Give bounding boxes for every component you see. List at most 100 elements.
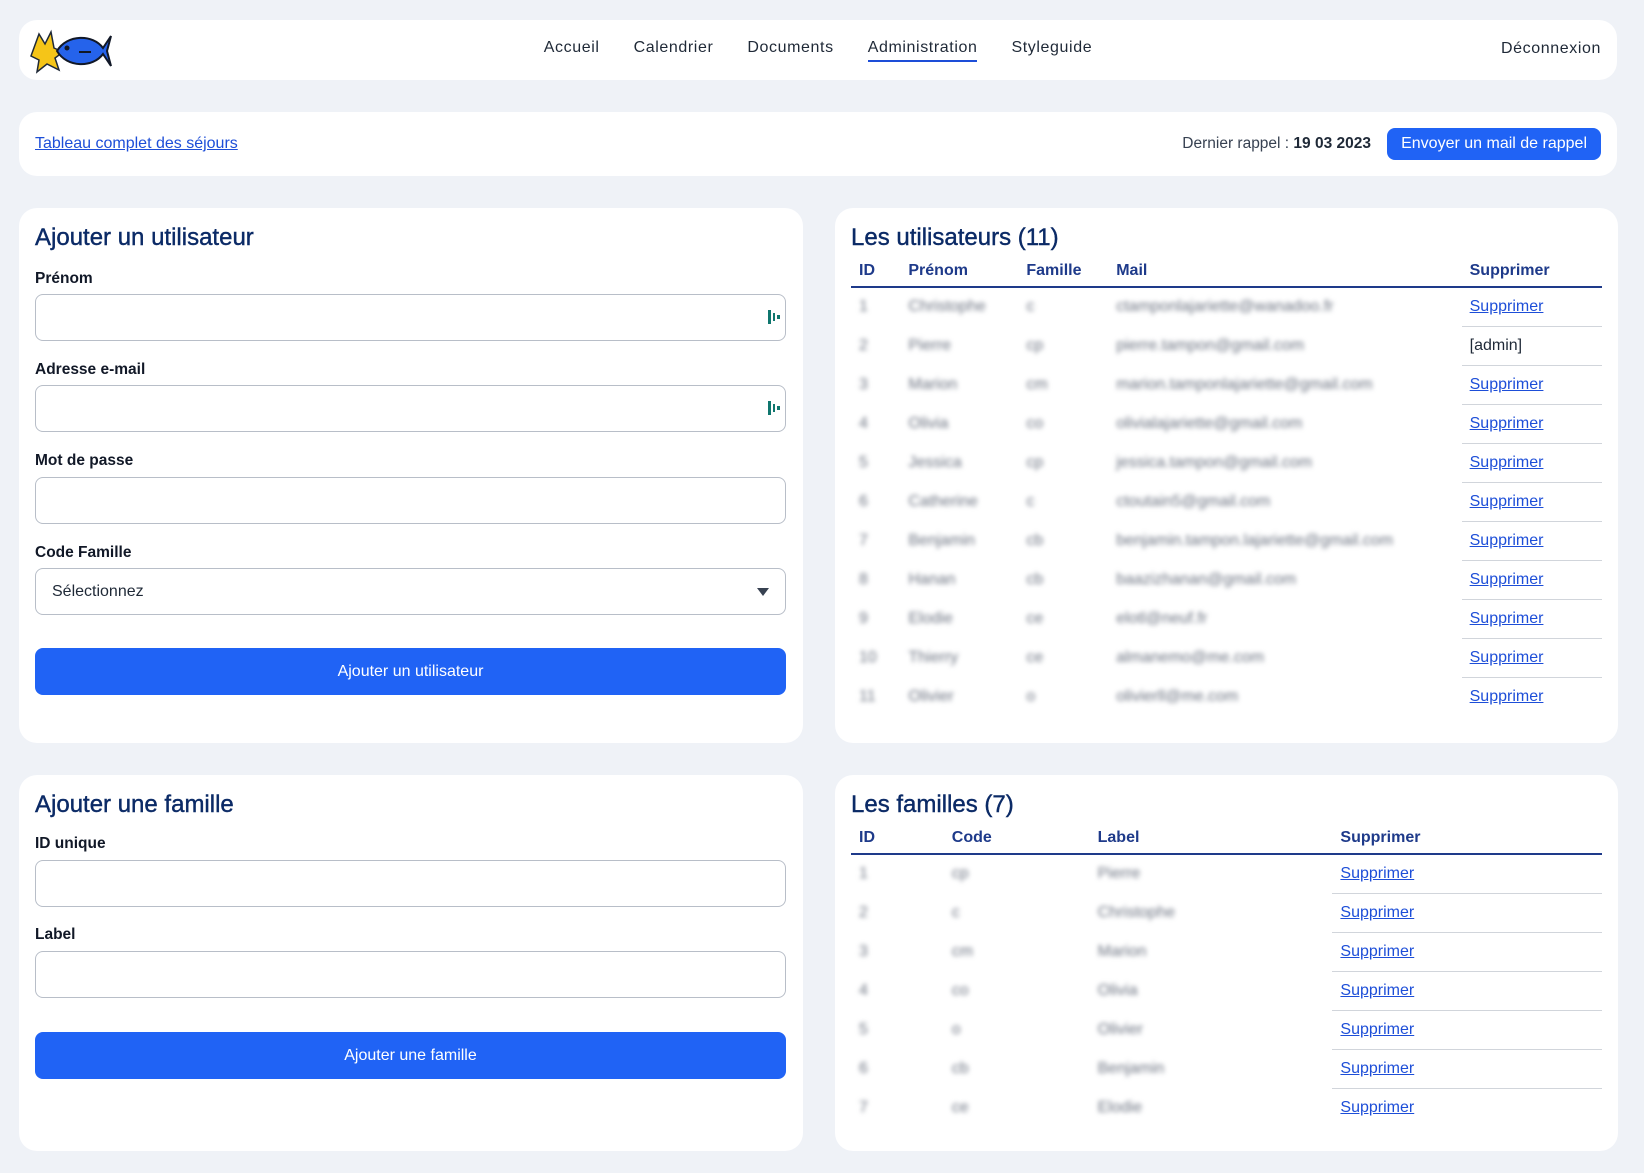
user-family: c [1026, 298, 1035, 315]
user-firstname: Hanan [908, 571, 956, 588]
users-col-prénom: Prénom [900, 256, 1019, 288]
user-row: 1 Christophe c ctamponlajariette@wanadoo.fr… [851, 287, 1602, 327]
user-id: 2 [859, 337, 868, 354]
delete-family-link[interactable]: Supprimer [1332, 932, 1602, 972]
delete-user-link[interactable]: Supprimer [1461, 482, 1602, 522]
families-col-id: ID [851, 823, 944, 855]
family-row: 2 c Christophe Supprimer [851, 893, 1602, 933]
family-label: Olivia [1097, 982, 1138, 999]
user-firstname: Olivia [908, 415, 949, 432]
full-stays-table-link[interactable]: Tableau complet des séjours [35, 135, 238, 153]
password-manager-icon[interactable] [767, 399, 781, 417]
delete-user-link[interactable]: Supprimer [1461, 521, 1602, 561]
family-label: Christophe [1097, 904, 1175, 921]
user-row: 10 Thierry ce almanemo@me.com Supprimer [851, 638, 1602, 678]
user-firstname: Thierry [908, 649, 959, 666]
family-label: Pierre [1097, 865, 1141, 882]
user-family: cb [1026, 571, 1044, 588]
logout-link[interactable]: Déconnexion [1501, 40, 1601, 58]
user-family: co [1026, 415, 1044, 432]
delete-user-link[interactable]: Supprimer [1462, 678, 1602, 717]
user-id: 11 [859, 688, 876, 705]
delete-user-link[interactable]: Supprimer [1461, 638, 1602, 678]
delete-family-link[interactable]: Supprimer [1332, 854, 1602, 894]
delete-family-link[interactable]: Supprimer [1332, 1010, 1602, 1050]
unique-id-input[interactable] [35, 860, 786, 907]
add-family-card: Ajouter une famille ID unique Label Ajou… [19, 775, 803, 1151]
family-code: o [951, 1021, 961, 1038]
user-family: cm [1026, 376, 1048, 393]
nav-item-accueil[interactable]: Accueil [544, 39, 600, 62]
add-user-button[interactable]: Ajouter un utilisateur [35, 648, 786, 695]
user-mail: benjamin.tampon.lajariette@gmail.com [1116, 532, 1394, 549]
user-id: 8 [859, 571, 868, 588]
nav-item-administration[interactable]: Administration [867, 39, 978, 62]
add-user-card: Ajouter un utilisateur Prénom Adresse e-… [19, 208, 803, 743]
add-family-title: Ajouter une famille [35, 791, 234, 818]
family-code: ce [951, 1099, 969, 1116]
email-input[interactable] [35, 385, 786, 432]
user-row: 3 Marion cm marion.tamponlajariette@gmail.c… [851, 365, 1602, 405]
family-row: 6 cb Benjamin Supprimer [851, 1049, 1602, 1089]
user-mail: marion.tamponlajariette@gmail.com [1116, 376, 1373, 393]
family-row: 1 cp Pierre Supprimer [851, 854, 1602, 894]
family-label-label: Label [35, 926, 76, 943]
nav-item-styleguide[interactable]: Styleguide [1011, 39, 1092, 62]
family-label-input[interactable] [35, 951, 786, 998]
delete-family-link[interactable]: Supprimer [1332, 1049, 1602, 1089]
family-code-select[interactable]: Sélectionnez [35, 568, 786, 615]
delete-user-link[interactable]: Supprimer [1461, 404, 1602, 444]
unique-id-label: ID unique [35, 835, 106, 852]
family-code: cm [951, 943, 974, 960]
delete-user-link[interactable]: Supprimer [1461, 599, 1602, 639]
user-family: cp [1026, 337, 1044, 354]
family-id: 4 [859, 982, 868, 999]
firstname-input[interactable] [35, 294, 786, 341]
password-input[interactable] [35, 477, 786, 524]
user-mail: olivierll@me.com [1116, 688, 1239, 705]
user-family: c [1026, 493, 1035, 510]
families-table: ID Code Label Supprimer 1 cp Pierre Supprimer 2… [851, 823, 1602, 1127]
nav-item-calendrier[interactable]: Calendrier [634, 39, 714, 62]
users-col-famille: Famille [1018, 256, 1109, 288]
families-col-code: Code [943, 823, 1090, 855]
delete-family-link[interactable]: Supprimer [1332, 893, 1602, 933]
reminder-bar: Tableau complet des séjours Dernier rapp… [19, 112, 1617, 176]
users-col-id: ID [851, 256, 901, 288]
families-col-supprimer: Supprimer [1332, 823, 1602, 855]
family-label: Marion [1097, 943, 1147, 960]
family-row: 4 co Olivia Supprimer [851, 971, 1602, 1011]
add-family-button[interactable]: Ajouter une famille [35, 1032, 786, 1079]
send-reminder-button[interactable]: Envoyer un mail de rappel [1387, 128, 1601, 160]
family-code-selected: Sélectionnez [52, 583, 144, 600]
users-col-supprimer: Supprimer [1461, 256, 1602, 288]
user-firstname: Catherine [908, 493, 978, 510]
email-label: Adresse e-mail [35, 361, 146, 378]
delete-user-link[interactable]: Supprimer [1461, 287, 1602, 327]
user-firstname: Elodie [908, 610, 953, 627]
delete-user-link[interactable]: Supprimer [1461, 560, 1602, 600]
password-manager-icon[interactable] [767, 308, 781, 326]
delete-family-link[interactable]: Supprimer [1332, 1089, 1602, 1128]
delete-user-link[interactable]: Supprimer [1461, 365, 1602, 405]
user-id: 3 [859, 376, 868, 393]
families-col-label: Label [1089, 823, 1333, 855]
user-mail: elotl@neuf.fr [1116, 610, 1208, 627]
family-row: 5 o Olivier Supprimer [851, 1010, 1602, 1050]
user-family: cb [1026, 532, 1044, 549]
families-title: Les familles (7) [851, 791, 1014, 818]
delete-family-link[interactable]: Supprimer [1332, 971, 1602, 1011]
add-user-title: Ajouter un utilisateur [35, 224, 254, 251]
family-code: co [951, 982, 969, 999]
user-mail: almanemo@me.com [1116, 649, 1265, 666]
user-row: 11 Olivier o olivierll@me.com Supprimer [851, 678, 1602, 717]
family-row: 3 cm Marion Supprimer [851, 932, 1602, 972]
delete-user-link[interactable]: Supprimer [1461, 443, 1602, 483]
user-mail: jessica.tampon@gmail.com [1116, 454, 1313, 471]
nav-item-documents[interactable]: Documents [747, 39, 833, 62]
last-reminder-label: Dernier rappel : [1182, 135, 1290, 152]
user-id: 1 [859, 298, 868, 315]
last-reminder-date: 19 03 2023 [1293, 135, 1371, 152]
user-row: 6 Catherine c ctoutain5@gmail.com Supprimer [851, 482, 1602, 522]
user-family: o [1026, 688, 1036, 705]
